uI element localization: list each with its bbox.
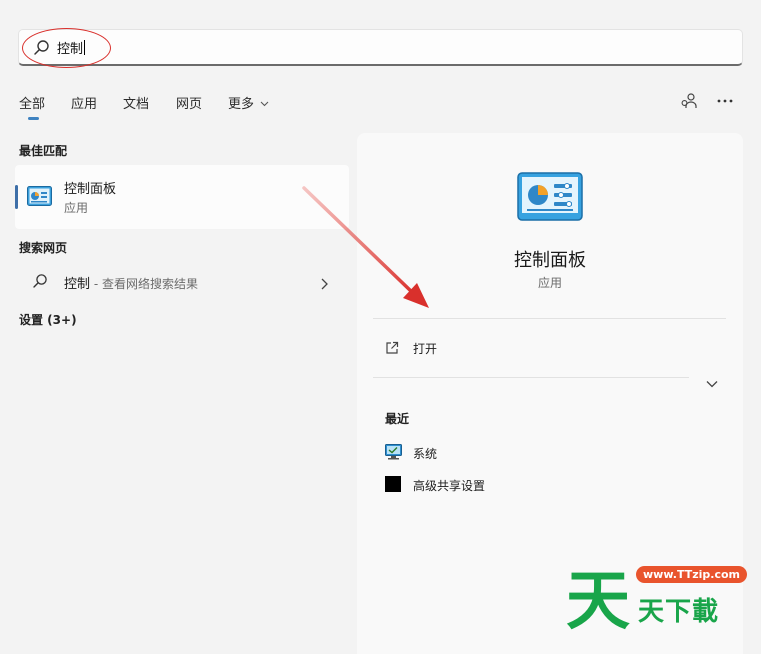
watermark-logo: 天 www.TTzip.com 天下載 [566, 558, 756, 639]
web-query-text: 控制 [64, 277, 91, 292]
search-web-title: 搜索网页 [19, 241, 68, 255]
recent-item-advanced-sharing[interactable]: 高级共享设置 [373, 472, 726, 498]
web-search-query: 控制 - 查看网络搜索结果 [64, 273, 198, 292]
tab-more[interactable]: 更多 [228, 93, 269, 112]
annotation-ellipse [22, 28, 111, 68]
watermark-big-glyph: 天 [566, 565, 630, 639]
open-label: 打开 [413, 342, 438, 356]
divider [373, 377, 689, 378]
tab-apps[interactable]: 应用 [71, 93, 97, 112]
search-bar[interactable]: 控制 [18, 29, 743, 66]
web-query-suffix: - 查看网络搜索结果 [90, 277, 198, 291]
open-external-icon [385, 340, 399, 359]
system-icon [385, 444, 402, 464]
selection-indicator [15, 185, 18, 209]
chevron-down-icon [260, 101, 269, 107]
open-action[interactable]: 打开 [373, 334, 726, 362]
annotation-arrow [302, 186, 429, 308]
tab-documents[interactable]: 文档 [123, 93, 149, 112]
recent-title: 最近 [385, 412, 410, 426]
recent-item-system[interactable]: 系统 [373, 440, 726, 466]
watermark-url: www.TTzip.com [636, 566, 747, 583]
search-icon [32, 273, 48, 293]
tab-all[interactable]: 全部 [19, 93, 45, 112]
settings-title[interactable]: 设置 (3+) [19, 311, 77, 328]
best-match-name: 控制面板 [64, 182, 117, 197]
recent-item-label: 高级共享设置 [413, 479, 486, 493]
watermark-text: 天下載 [638, 597, 720, 627]
tab-web[interactable]: 网页 [176, 93, 202, 112]
tab-more-label: 更多 [228, 97, 255, 112]
advanced-sharing-icon [385, 476, 401, 492]
best-match-title: 最佳匹配 [19, 144, 68, 158]
account-switch-icon[interactable] [680, 92, 698, 114]
best-match-type: 应用 [64, 201, 89, 215]
more-options-icon[interactable] [716, 92, 734, 114]
tab-active-indicator [28, 117, 39, 120]
control-panel-icon [27, 186, 52, 212]
divider [373, 318, 726, 319]
chevron-down-icon[interactable] [706, 373, 718, 392]
control-panel-large-icon [517, 172, 583, 226]
recent-item-label: 系统 [413, 447, 438, 461]
